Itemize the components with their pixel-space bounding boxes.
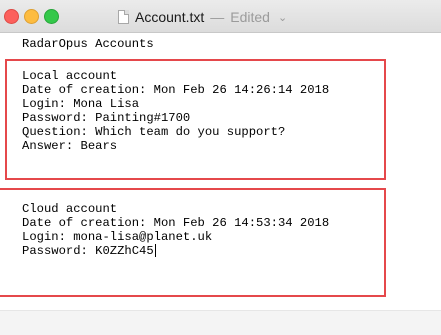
local-login: Login: Mona Lisa (22, 97, 140, 111)
chevron-down-icon[interactable]: ⌄ (278, 11, 287, 24)
minimize-icon[interactable] (24, 9, 39, 24)
cloud-login: Login: mona-lisa@planet.uk (22, 230, 213, 244)
edited-status: Edited (230, 9, 270, 25)
local-question: Question: Which team do you support? (22, 125, 286, 139)
close-icon[interactable] (4, 9, 19, 24)
cloud-password: Password: K0ZZhC45 (22, 244, 154, 258)
cloud-password-line: Password: K0ZZhC45 (22, 244, 156, 258)
window-title[interactable]: Account.txt — Edited ⌄ (118, 7, 287, 27)
title-bar[interactable]: Account.txt — Edited ⌄ (0, 0, 441, 33)
local-creation-date: Date of creation: Mon Feb 26 14:26:14 20… (22, 83, 330, 97)
document-icon (118, 10, 129, 24)
title-separator: — (210, 9, 225, 25)
filename: Account.txt (135, 9, 205, 25)
text-editor[interactable]: RadarOpus Accounts Local account Date of… (0, 32, 441, 308)
local-account-title: Local account (22, 69, 118, 83)
local-password: Password: Painting#1700 (22, 111, 191, 125)
zoom-icon[interactable] (44, 9, 59, 24)
text-cursor (154, 244, 156, 258)
textedit-window: Account.txt — Edited ⌄ RadarOpus Account… (0, 0, 441, 335)
cloud-account-title: Cloud account (22, 202, 118, 216)
local-answer: Answer: Bears (22, 139, 118, 153)
cloud-creation-date: Date of creation: Mon Feb 26 14:53:34 20… (22, 216, 330, 230)
window-bottom (0, 310, 441, 335)
document-header: RadarOpus Accounts (22, 37, 154, 51)
